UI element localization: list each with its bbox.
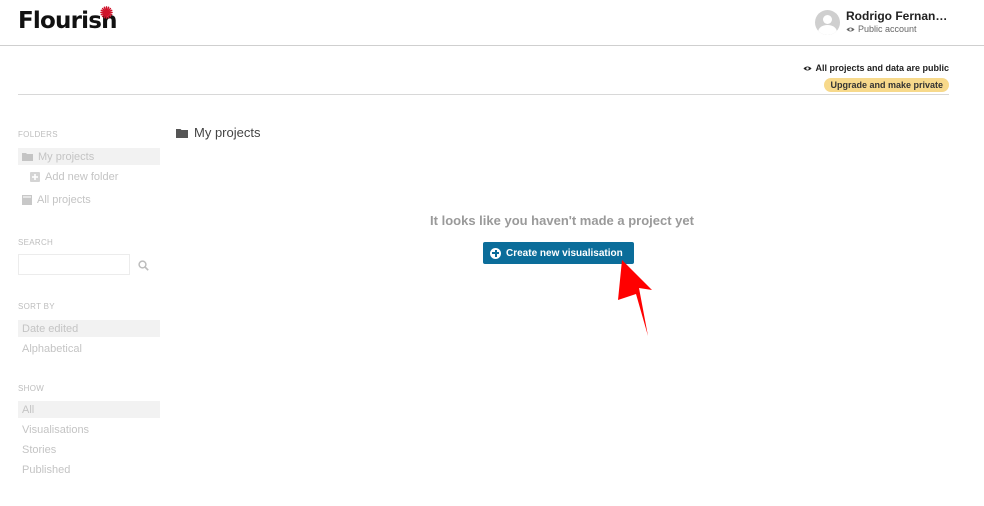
folders-title: FOLDERS	[18, 130, 58, 139]
search-input[interactable]	[18, 254, 130, 275]
top-bar: Flourish Rodrigo Fernan… Public account	[0, 0, 984, 46]
breadcrumb: My projects	[176, 125, 260, 140]
empty-state-message: It looks like you haven't made a project…	[430, 213, 694, 228]
breadcrumb-title: My projects	[194, 125, 261, 140]
folder-icon	[22, 153, 33, 161]
show-option-stories[interactable]: Stories	[18, 441, 160, 458]
avatar[interactable]	[815, 10, 840, 35]
show-option-published[interactable]: Published	[18, 461, 160, 478]
eye-icon	[803, 65, 813, 71]
plus-square-icon	[30, 171, 40, 182]
search-title: SEARCH	[18, 238, 54, 247]
create-button-label: Create new visualisation	[506, 247, 623, 259]
sort-option-date-edited[interactable]: Date edited	[18, 320, 160, 337]
archive-icon	[22, 194, 32, 205]
search-icon[interactable]	[138, 260, 149, 271]
add-folder-label: Add new folder	[45, 170, 119, 183]
folder-icon	[176, 128, 188, 138]
folder-label: My projects	[38, 150, 95, 163]
sort-title: SORT BY	[18, 302, 55, 311]
folder-my-projects[interactable]: My projects	[18, 148, 160, 165]
folder-all-projects[interactable]: All projects	[18, 191, 160, 208]
eye-icon	[846, 26, 855, 32]
red-arrow-annotation-icon	[618, 260, 652, 336]
account-type: Public account	[846, 24, 917, 34]
folder-label: All projects	[37, 193, 91, 206]
add-new-folder[interactable]: Add new folder	[18, 168, 160, 185]
plus-circle-icon	[490, 247, 501, 259]
user-name[interactable]: Rodrigo Fernan…	[846, 9, 947, 23]
show-option-all[interactable]: All	[18, 401, 160, 418]
privacy-notice-text: All projects and data are public	[815, 63, 949, 73]
show-title: SHOW	[18, 384, 45, 393]
account-type-label: Public account	[858, 24, 917, 34]
privacy-notice: All projects and data are public	[803, 63, 949, 73]
logo-star-icon	[100, 6, 113, 19]
sort-option-alphabetical[interactable]: Alphabetical	[18, 340, 160, 357]
upgrade-button[interactable]: Upgrade and make private	[824, 78, 949, 92]
divider	[18, 94, 949, 95]
privacy-panel: All projects and data are public Upgrade…	[803, 63, 949, 92]
show-option-visualisations[interactable]: Visualisations	[18, 421, 160, 438]
